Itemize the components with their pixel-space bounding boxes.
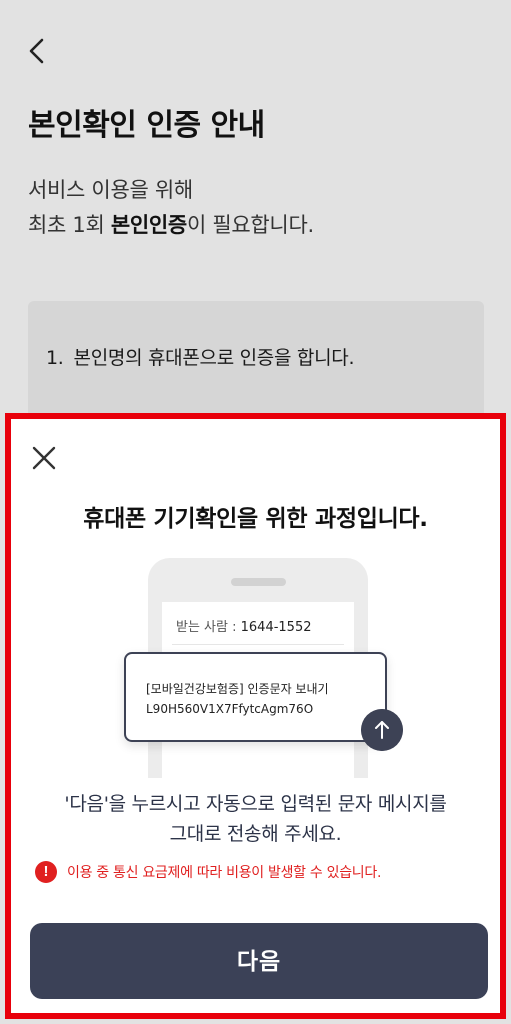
instruction-text: '다음'을 누르시고 자동으로 입력된 문자 메시지를 그대로 전송해 주세요.: [11, 789, 500, 849]
info-item-number: 1.: [46, 347, 64, 369]
message-card: [모바일건강보험증] 인증문자 보내기 L90H560V1X7FfytcAgm7…: [124, 652, 387, 742]
verification-sheet: 휴대폰 기기확인을 위한 과정입니다. 받는 사람 : 1644-1552 [모…: [5, 413, 506, 1019]
close-icon[interactable]: [29, 443, 59, 473]
next-button[interactable]: 다음: [30, 923, 488, 999]
description-bold: 본인인증: [110, 213, 187, 237]
arrow-up-icon: [361, 709, 403, 751]
info-item-text: 본인명의 휴대폰으로 인증을 합니다.: [73, 347, 355, 369]
sheet-title: 휴대폰 기기확인을 위한 과정입니다.: [83, 506, 428, 532]
instruction-line-2: 그대로 전송해 주세요.: [169, 823, 342, 845]
description-suffix: 이 필요합니다.: [186, 213, 314, 237]
description-line-1: 서비스 이용을 위해: [28, 178, 193, 202]
recipient-label: 받는 사람 :: [176, 620, 241, 635]
message-line-1: [모바일건강보험증] 인증문자 보내기: [146, 682, 329, 696]
recipient-number: 1644-1552: [240, 620, 312, 635]
info-item: 1. 본인명의 휴대폰으로 인증을 합니다.: [46, 343, 355, 370]
warning-icon: !: [35, 861, 57, 883]
chevron-left-icon[interactable]: [24, 36, 52, 66]
message-line-2: L90H560V1X7FfytcAgm76O: [146, 702, 314, 716]
page-description: 서비스 이용을 위해 최초 1회 본인인증이 필요합니다.: [28, 173, 314, 243]
page-title: 본인확인 인증 안내: [28, 108, 265, 143]
recipient-line: 받는 사람 : 1644-1552: [176, 616, 311, 635]
phone-speaker: [231, 578, 286, 586]
screen-divider: [172, 644, 344, 645]
warning-notice: ! 이용 중 통신 요금제에 따라 비용이 발생할 수 있습니다.: [35, 859, 381, 885]
instruction-line-1: '다음'을 누르시고 자동으로 입력된 문자 메시지를: [64, 793, 447, 815]
warning-text: 이용 중 통신 요금제에 따라 비용이 발생할 수 있습니다.: [67, 865, 382, 881]
description-line-2: 최초 1회 본인인증이 필요합니다.: [28, 208, 314, 243]
description-prefix: 최초 1회: [28, 213, 111, 237]
